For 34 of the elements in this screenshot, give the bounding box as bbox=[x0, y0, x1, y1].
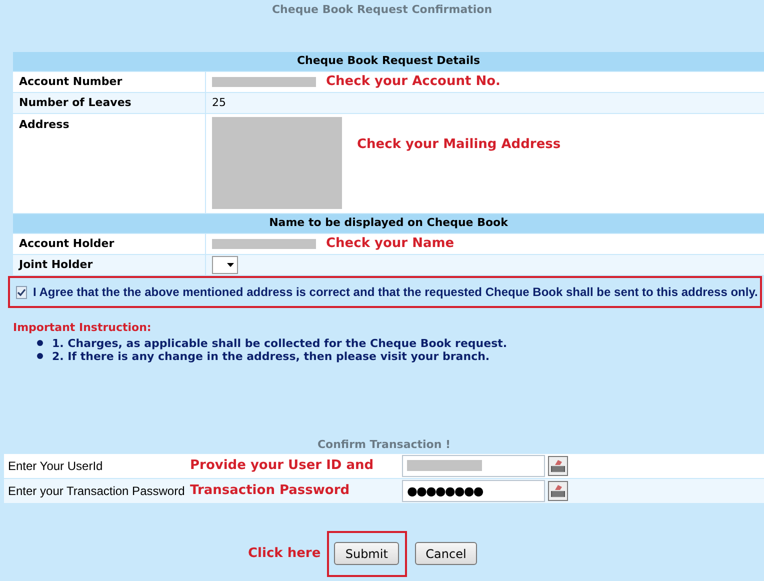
field-label: Enter Your UserId bbox=[8, 458, 103, 474]
field-label: Account Number bbox=[19, 74, 122, 90]
dropdown-field[interactable] bbox=[212, 256, 238, 274]
page-title: Cheque Book Request Confirmation bbox=[270, 2, 494, 18]
instruction-text: 1. Charges, as applicable shall be collected for the Cheque Book request. bbox=[52, 336, 508, 350]
field-label: Account Holder bbox=[19, 236, 114, 252]
agreement-checkbox[interactable] bbox=[16, 286, 27, 298]
password-value: ●●●●●●●● bbox=[407, 482, 483, 500]
field-label: Number of Leaves bbox=[19, 94, 132, 111]
section-header: Name to be displayed on Cheque Book bbox=[269, 215, 508, 232]
field-label: Joint Holder bbox=[19, 256, 93, 273]
caret-icon bbox=[227, 263, 234, 267]
agreement-text: I Agree that the the above mentioned address is correct and that the requested Cheque Book shall be sent to this address only. bbox=[33, 284, 758, 301]
section-header: Confirm Transaction ! bbox=[317, 436, 451, 452]
section-header: Cheque Book Request Details bbox=[296, 53, 480, 70]
input-field[interactable]: ●●●●●●●● bbox=[402, 480, 545, 502]
bullet-icon bbox=[37, 353, 43, 359]
bullet-icon bbox=[37, 340, 43, 346]
form-button[interactable]: Cancel bbox=[414, 542, 478, 565]
keyboard-icon[interactable] bbox=[548, 456, 568, 476]
annotation-text: Check your Name bbox=[326, 235, 454, 254]
field-label: Enter your Transaction Password bbox=[8, 482, 185, 500]
keyboard-icon[interactable] bbox=[548, 480, 568, 500]
instruction-heading: Important Instruction: bbox=[13, 320, 152, 336]
form-button[interactable]: Submit bbox=[334, 542, 399, 565]
input-field[interactable] bbox=[402, 454, 545, 476]
annotation-text: Provide your User ID and bbox=[190, 456, 374, 475]
annotation-text: Transaction Password bbox=[190, 482, 350, 500]
annotation-text: Check your Mailing Address bbox=[357, 136, 561, 154]
annotation-text: Check your Account No. bbox=[326, 73, 500, 92]
annotation-text: Click here bbox=[248, 544, 321, 563]
field-value: 25 bbox=[212, 94, 226, 111]
field-label: Address bbox=[19, 118, 70, 131]
instruction-text: 2. If there is any change in the address, then please visit your branch. bbox=[52, 350, 490, 362]
